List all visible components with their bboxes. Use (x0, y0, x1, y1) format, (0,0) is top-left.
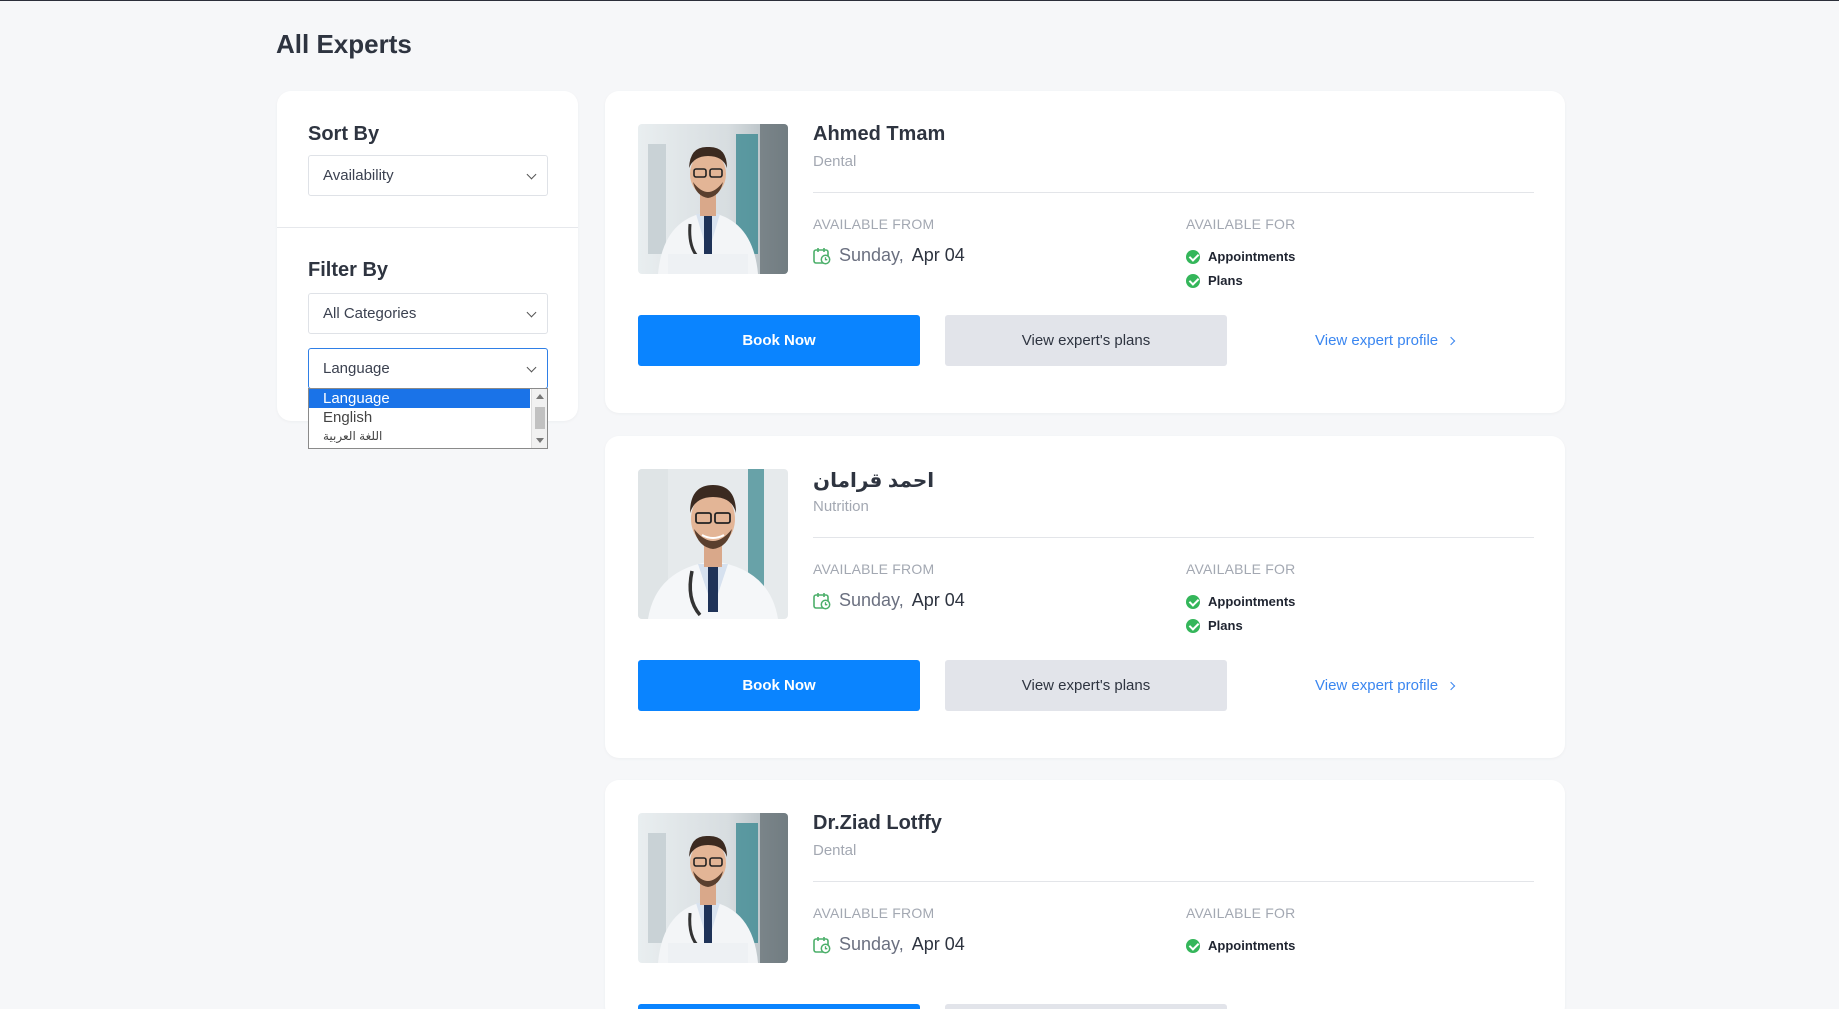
feature-label: Appointments (1208, 249, 1296, 264)
feature-label: Plans (1208, 273, 1243, 288)
expert-category: Nutrition (813, 498, 869, 515)
check-circle-icon (1186, 618, 1200, 633)
card-divider (813, 192, 1534, 193)
filter-by-heading: Filter By (308, 259, 389, 281)
category-select[interactable]: All Categories (308, 293, 548, 334)
chevron-right-icon (1446, 681, 1456, 690)
view-profile-link[interactable]: View expert profile (1315, 677, 1456, 694)
available-for-label: AVAILABLE FOR (1186, 561, 1296, 577)
expert-photo (638, 813, 788, 963)
available-for-label: AVAILABLE FOR (1186, 216, 1296, 232)
available-date: Sunday, Apr 04 (813, 934, 965, 955)
check-circle-icon (1186, 938, 1200, 953)
language-dropdown-list: Language English اللغة العربية (308, 388, 548, 449)
available-day: Sunday, (839, 590, 904, 610)
language-select[interactable]: Language (308, 348, 548, 389)
language-option[interactable]: Language (309, 389, 530, 408)
dropdown-scrollbar[interactable] (531, 389, 547, 448)
filter-sidebar: Sort By Availability Filter By All Categ… (277, 91, 578, 421)
sidebar-divider (277, 227, 578, 228)
expert-card: Dr.Ziad Lotffy Dental AVAILABLE FROM AVA… (605, 780, 1565, 1009)
feature-item: Appointments (1186, 594, 1295, 609)
check-circle-icon (1186, 273, 1200, 288)
feature-item: Appointments (1186, 249, 1295, 264)
view-plans-button[interactable]: View expert's plans (945, 1004, 1227, 1009)
expert-photo (638, 124, 788, 274)
language-option[interactable]: English (309, 408, 547, 427)
available-date-value: Apr 04 (911, 245, 965, 265)
feature-label: Appointments (1208, 594, 1296, 609)
available-day: Sunday, (839, 934, 904, 954)
sort-select-value: Availability (323, 167, 394, 184)
scroll-down-icon[interactable] (536, 438, 544, 443)
calendar-clock-icon (813, 592, 831, 609)
expert-photo (638, 469, 788, 619)
feature-item: Plans (1186, 618, 1243, 633)
language-option[interactable]: اللغة العربية (309, 427, 547, 446)
page-title: All Experts (276, 29, 412, 59)
sort-select[interactable]: Availability (308, 155, 548, 196)
sort-by-heading: Sort By (308, 123, 380, 145)
feature-label: Appointments (1208, 938, 1296, 953)
expert-category: Dental (813, 842, 857, 859)
scrollbar-thumb[interactable] (535, 407, 545, 429)
view-profile-link[interactable]: View expert profile (1315, 332, 1456, 349)
scroll-up-icon[interactable] (536, 394, 544, 399)
view-plans-button[interactable]: View expert's plans (945, 315, 1227, 366)
feature-item: Plans (1186, 273, 1243, 288)
expert-card: احمد قرامان Nutrition AVAILABLE FROM AVA… (605, 436, 1565, 758)
expert-name: احمد قرامان (813, 470, 935, 492)
book-now-button[interactable]: Book Now (638, 660, 920, 711)
available-day: Sunday, (839, 245, 904, 265)
card-divider (813, 881, 1534, 882)
available-date: Sunday, Apr 04 (813, 245, 965, 266)
feature-label: Plans (1208, 618, 1243, 633)
view-profile-label: View expert profile (1315, 332, 1439, 349)
available-from-label: AVAILABLE FROM (813, 561, 935, 577)
chevron-down-icon (526, 307, 537, 318)
expert-card: Ahmed Tmam Dental AVAILABLE FROM AVAILAB… (605, 91, 1565, 413)
available-date-value: Apr 04 (911, 590, 965, 610)
check-circle-icon (1186, 249, 1200, 264)
check-circle-icon (1186, 594, 1200, 609)
calendar-clock-icon (813, 247, 831, 264)
available-from-label: AVAILABLE FROM (813, 905, 935, 921)
book-now-button[interactable]: Book Now (638, 315, 920, 366)
expert-name: Ahmed Tmam (813, 123, 946, 145)
chevron-down-icon (526, 362, 537, 373)
chevron-right-icon (1446, 336, 1456, 345)
view-profile-label: View expert profile (1315, 677, 1439, 694)
available-date: Sunday, Apr 04 (813, 590, 965, 611)
calendar-clock-icon (813, 936, 831, 953)
feature-item: Appointments (1186, 938, 1295, 953)
chevron-down-icon (526, 169, 537, 180)
card-divider (813, 537, 1534, 538)
view-plans-button[interactable]: View expert's plans (945, 660, 1227, 711)
category-select-value: All Categories (323, 305, 417, 322)
available-from-label: AVAILABLE FROM (813, 216, 935, 232)
book-now-button[interactable]: Book Now (638, 1004, 920, 1009)
expert-name: Dr.Ziad Lotffy (813, 812, 942, 834)
expert-category: Dental (813, 153, 857, 170)
available-for-label: AVAILABLE FOR (1186, 905, 1296, 921)
available-date-value: Apr 04 (911, 934, 965, 954)
language-select-value: Language (323, 360, 390, 377)
